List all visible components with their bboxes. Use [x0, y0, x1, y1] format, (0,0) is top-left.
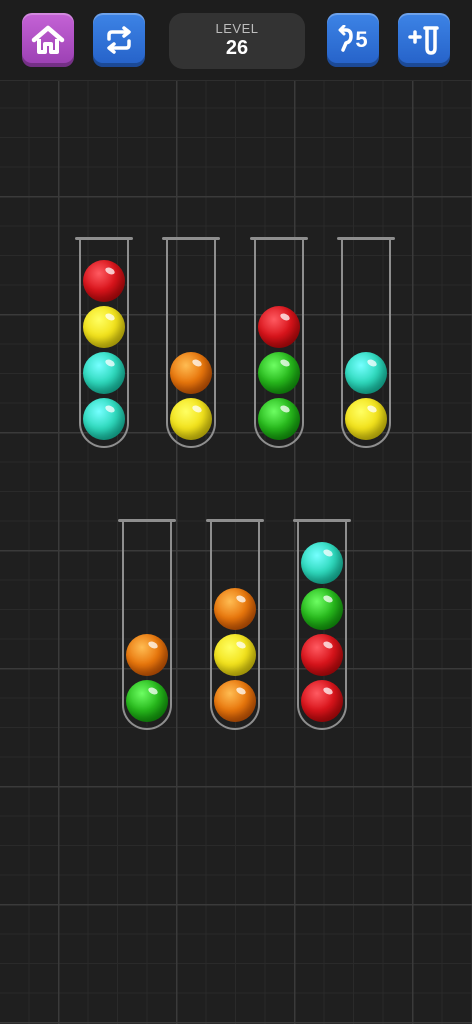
tube-3[interactable] [250, 237, 308, 448]
teal-ball [83, 352, 125, 394]
yellow-ball [83, 306, 125, 348]
orange-ball [170, 352, 212, 394]
undo-icon [338, 25, 354, 52]
green-ball [258, 398, 300, 440]
restart-button[interactable] [93, 13, 145, 67]
undo-button[interactable]: 5 [327, 13, 379, 67]
teal-ball [301, 542, 343, 584]
yellow-ball [214, 634, 256, 676]
tube-4[interactable] [337, 237, 395, 448]
restart-icon [107, 26, 131, 54]
home-icon [31, 25, 65, 54]
orange-ball [126, 634, 168, 676]
red-ball [301, 634, 343, 676]
red-ball [301, 680, 343, 722]
add-tube-icon [408, 26, 439, 55]
tube-2[interactable] [162, 237, 220, 448]
teal-ball [83, 398, 125, 440]
home-button[interactable] [22, 13, 74, 67]
tube-7[interactable] [293, 519, 351, 730]
orange-ball [214, 680, 256, 722]
undo-count: 5 [355, 27, 368, 52]
orange-ball [214, 588, 256, 630]
green-ball [258, 352, 300, 394]
add-tube-button[interactable] [398, 13, 450, 67]
top-bar: LEVEL 26 5 [0, 0, 472, 81]
tube-5[interactable] [118, 519, 176, 730]
level-label: LEVEL [215, 21, 259, 36]
teal-ball [345, 352, 387, 394]
tube-6[interactable] [206, 519, 264, 730]
green-ball [301, 588, 343, 630]
tube-1[interactable] [75, 237, 133, 448]
green-ball [126, 680, 168, 722]
red-ball [258, 306, 300, 348]
yellow-ball [345, 398, 387, 440]
yellow-ball [170, 398, 212, 440]
level-indicator: LEVEL 26 [169, 13, 305, 69]
level-number: 26 [225, 37, 249, 59]
red-ball [83, 260, 125, 302]
